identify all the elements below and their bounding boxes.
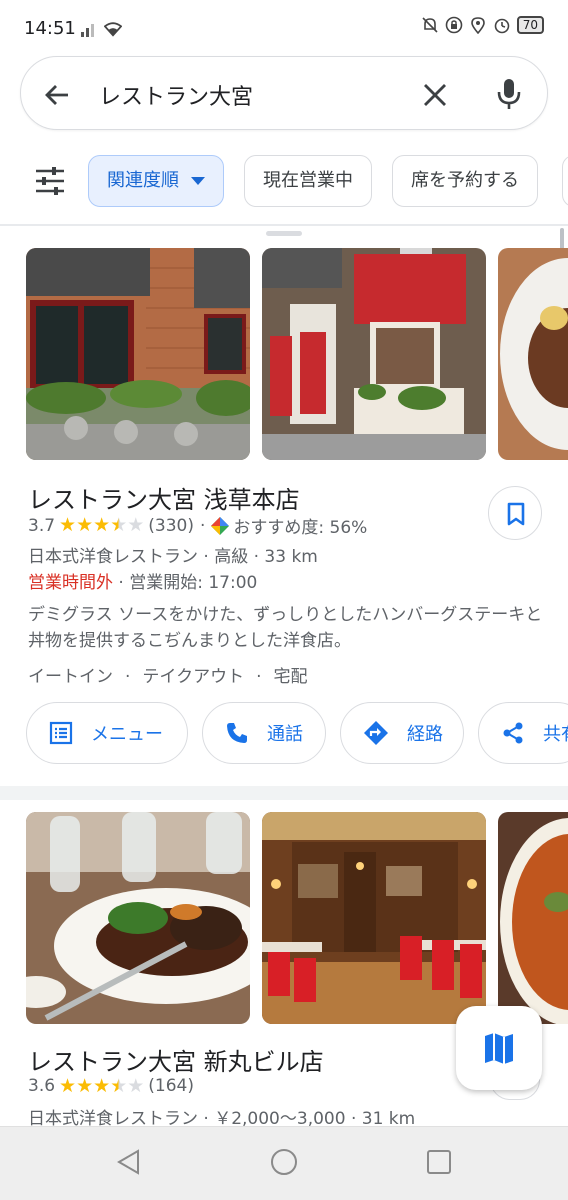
- chip-open-now[interactable]: 現在営業中: [244, 155, 372, 207]
- listing-photo-dish[interactable]: [26, 812, 250, 1024]
- chip-relevance[interactable]: 関連度順: [88, 155, 224, 207]
- vpn-icon: [445, 16, 463, 34]
- sheet-drag-handle[interactable]: [266, 231, 302, 236]
- listing-services: イートイン · テイクアウト · 宅配: [28, 667, 308, 687]
- search-query[interactable]: レストラン大宮: [99, 79, 253, 111]
- tune-icon[interactable]: [34, 166, 66, 196]
- rating-value: 3.7: [28, 515, 56, 536]
- alarm-icon: [494, 18, 510, 34]
- star-icon: ★: [93, 514, 111, 536]
- menu-button[interactable]: メニュー: [26, 702, 188, 764]
- signal-icon: [81, 24, 94, 37]
- chevron-down-icon: [191, 177, 205, 185]
- listing-rating-row: 3.7 ★ ★ ★ ★ ★ (330) · おすすめ度: 56%: [28, 514, 368, 539]
- share-button[interactable]: 共有: [478, 702, 568, 764]
- star-icon: ★: [59, 514, 77, 536]
- service-dine-in: イートイン: [28, 667, 113, 687]
- nav-recents-icon[interactable]: [424, 1147, 454, 1177]
- chip-more[interactable]: [562, 155, 568, 207]
- back-arrow-icon[interactable]: [43, 81, 71, 109]
- star-empty-icon: ★: [127, 514, 145, 536]
- nav-home-icon[interactable]: [269, 1147, 299, 1177]
- review-count: (330): [148, 515, 194, 536]
- phone-icon: [227, 723, 247, 743]
- map-icon: [485, 1033, 513, 1064]
- map-view-button[interactable]: [456, 1006, 542, 1090]
- listing-photo-entrance[interactable]: [262, 248, 486, 460]
- listing-photo-dessert[interactable]: [498, 812, 568, 1024]
- listing-title[interactable]: レストラン大宮 新丸ビル店: [28, 1042, 324, 1077]
- save-button[interactable]: [488, 486, 542, 540]
- opening-time: · 営業開始: 17:00: [118, 573, 258, 593]
- listing-title[interactable]: レストラン大宮 浅草本店: [28, 480, 300, 515]
- system-nav-bar: [0, 1126, 568, 1200]
- recommend-score: おすすめ度: 56%: [233, 518, 368, 538]
- filter-chips: 関連度順 現在営業中 席を予約する: [0, 152, 568, 210]
- rating-value: 3.6: [28, 1076, 56, 1096]
- status-time: 14:51: [24, 18, 76, 39]
- review-count: (164): [148, 1076, 194, 1096]
- wifi-icon: [104, 22, 122, 37]
- listing-category: 日本式洋食レストラン · 高級 · 33 km: [28, 547, 318, 567]
- star-half-icon: ★: [110, 1074, 128, 1097]
- mute-icon: [422, 17, 438, 33]
- status-bar: 14:51 70: [0, 0, 568, 56]
- star-half-icon: ★: [110, 514, 128, 536]
- bookmark-icon: [507, 502, 525, 526]
- service-delivery: 宅配: [273, 667, 308, 687]
- listing-photo-dish[interactable]: [498, 248, 568, 460]
- menu-book-icon: [49, 721, 73, 745]
- recommend-icon: [211, 516, 230, 535]
- listing-photo-storefront[interactable]: [26, 248, 250, 460]
- directions-button[interactable]: 経路: [340, 702, 464, 764]
- star-icon: ★: [76, 514, 94, 536]
- listing-rating-row: 3.6 ★ ★ ★ ★ ★ (164): [28, 1076, 194, 1096]
- listing-hours: 営業時間外 · 営業開始: 17:00: [28, 568, 257, 593]
- star-rating: ★ ★ ★ ★ ★: [59, 1074, 145, 1097]
- star-icon: ★: [93, 1074, 111, 1097]
- chip-reserve[interactable]: 席を予約する: [392, 155, 538, 207]
- star-rating: ★ ★ ★ ★ ★: [59, 516, 144, 535]
- clear-icon[interactable]: [421, 81, 449, 109]
- share-icon: [503, 722, 523, 744]
- directions-icon: [364, 721, 388, 745]
- star-icon: ★: [59, 1074, 77, 1097]
- star-empty-icon: ★: [127, 1074, 145, 1097]
- status-closed: 営業時間外: [28, 573, 113, 593]
- battery-icon: 70: [516, 16, 544, 34]
- call-button[interactable]: 通話: [202, 702, 326, 764]
- service-takeout: テイクアウト: [142, 667, 245, 687]
- search-bar[interactable]: レストラン大宮: [20, 56, 548, 130]
- listing-description: デミグラス ソースをかけた、ずっしりとしたハンバーグステーキと丼物を提供するこぢ…: [28, 605, 543, 651]
- star-icon: ★: [76, 1074, 94, 1097]
- nav-back-icon[interactable]: [114, 1147, 144, 1177]
- listing-photo-interior[interactable]: [262, 812, 486, 1024]
- location-icon: [470, 17, 485, 34]
- section-separator: [0, 786, 568, 800]
- divider: [0, 224, 568, 226]
- mic-icon[interactable]: [495, 77, 523, 111]
